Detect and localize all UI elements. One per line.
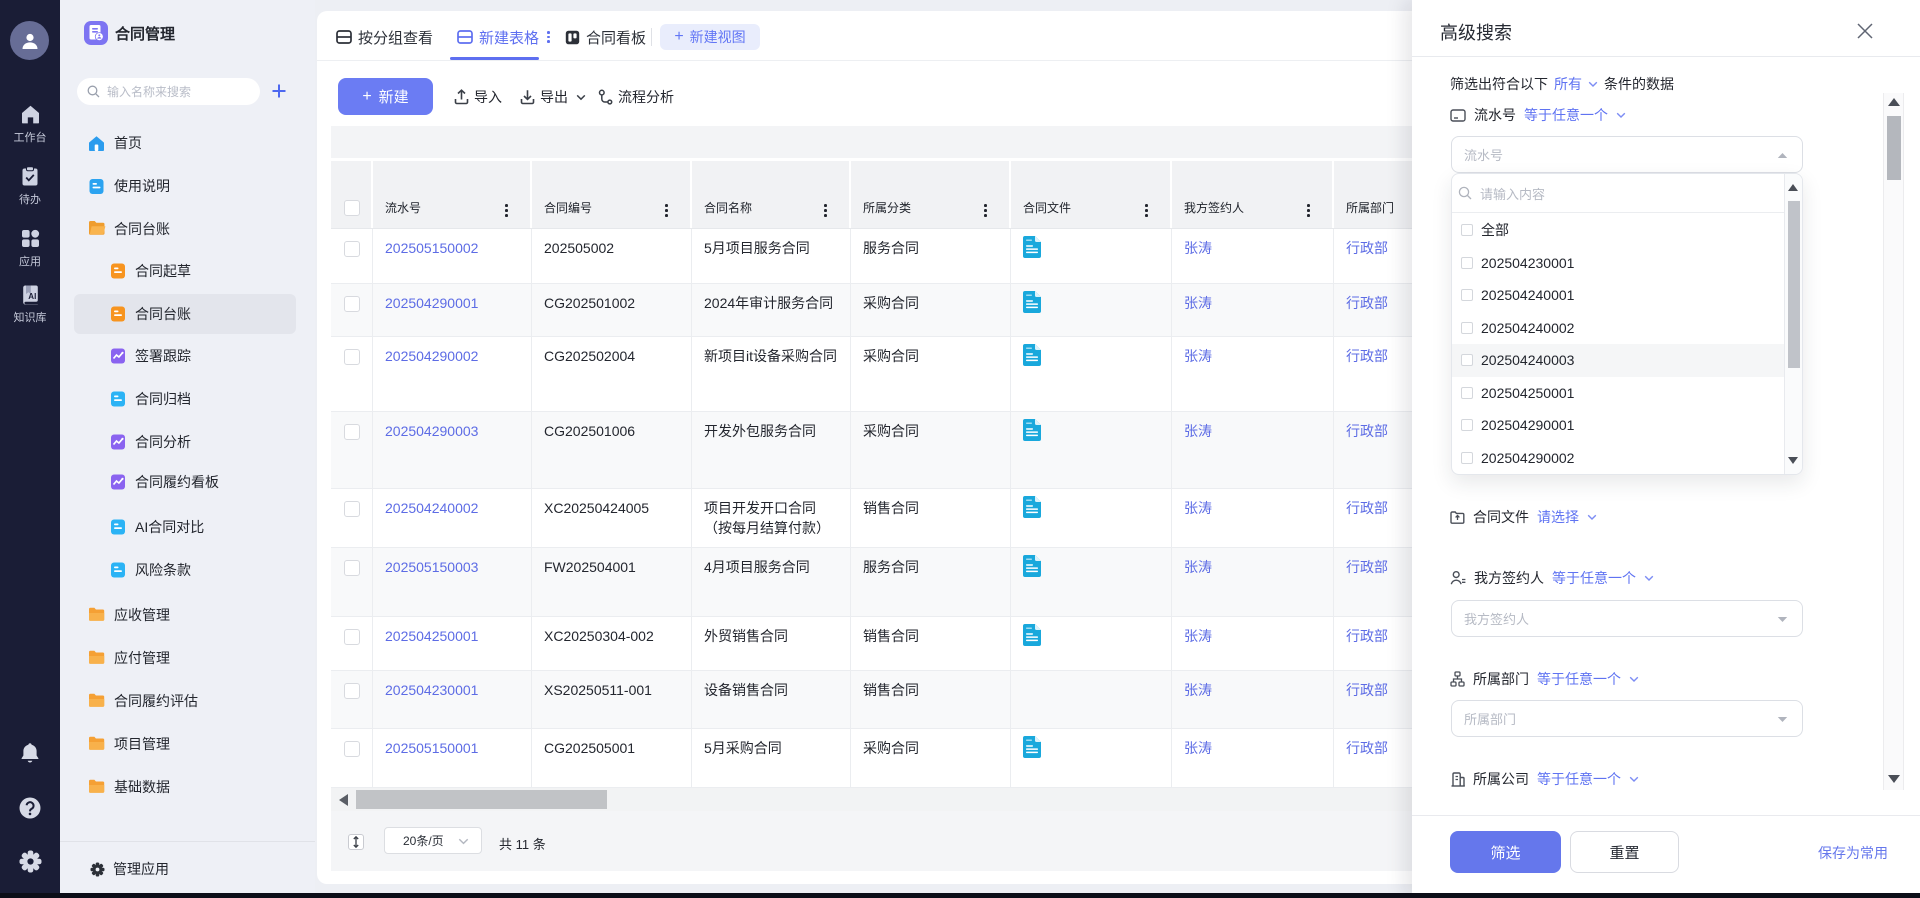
svg-text:AI: AI <box>28 292 36 301</box>
